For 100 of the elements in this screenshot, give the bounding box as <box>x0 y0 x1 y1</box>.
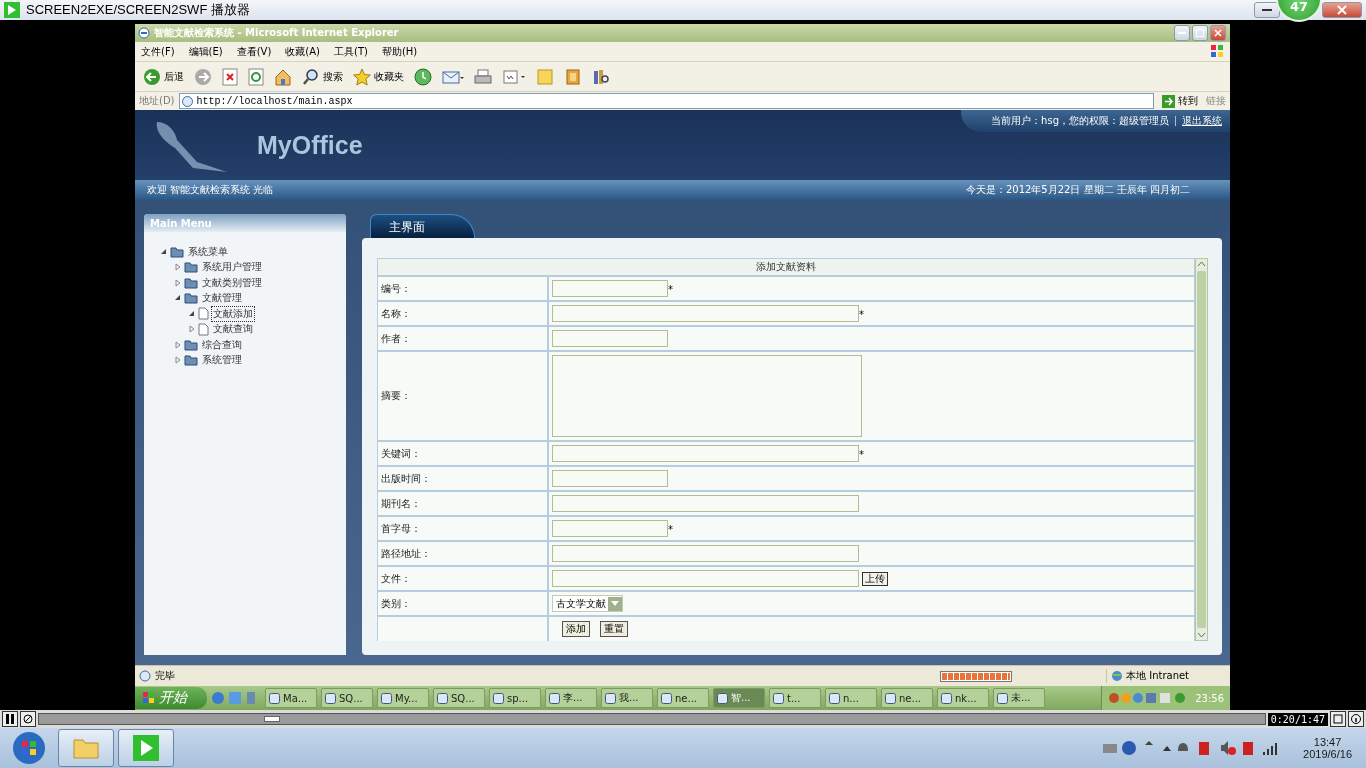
scroll-down-icon <box>1196 630 1207 640</box>
menu-tree-item[interactable]: 文献查询 <box>211 321 255 338</box>
pause-button[interactable] <box>2 711 18 727</box>
dropdown-arrow-icon <box>611 600 619 607</box>
clock-date: 2019/6/16 <box>1303 748 1352 760</box>
expand-arrow-icon[interactable] <box>174 263 182 272</box>
scrollbar[interactable] <box>1195 258 1208 641</box>
fullscreen-button[interactable] <box>1330 711 1346 727</box>
folder-icon <box>72 736 100 760</box>
star-icon[interactable] <box>353 67 371 86</box>
taskbar-button[interactable]: t... <box>769 688 821 708</box>
field-label: 作者： <box>378 327 549 350</box>
maximize-button[interactable] <box>1192 25 1208 41</box>
menu-item[interactable]: 帮助(H) <box>381 44 418 59</box>
favorites-button[interactable]: 收藏夹 <box>351 64 406 89</box>
menu-tree-item[interactable]: 文献管理 <box>200 290 244 307</box>
expand-arrow-icon[interactable] <box>188 325 196 334</box>
app-icon <box>605 692 616 704</box>
taskbar-button[interactable]: n... <box>825 688 877 708</box>
required-mark: * <box>859 449 864 462</box>
menu-item[interactable]: 查看(V) <box>236 44 272 59</box>
app-icon <box>717 692 728 704</box>
category-dropdown[interactable]: 古文学文献 <box>552 595 623 612</box>
text-field[interactable] <box>552 495 859 512</box>
text-field[interactable] <box>552 445 859 462</box>
menu-tree-item[interactable]: 综合查询 <box>200 336 244 353</box>
taskbar-button[interactable]: 我... <box>601 688 653 708</box>
logout-link[interactable]: 退出系统 <box>1182 114 1222 128</box>
text-field[interactable] <box>552 305 859 322</box>
taskbar-button[interactable]: ne... <box>881 688 933 708</box>
search-button[interactable]: 搜索 <box>300 64 345 89</box>
collapse-arrow-icon[interactable] <box>188 309 196 318</box>
address-field[interactable]: http://localhost/main.aspx <box>178 93 1154 109</box>
stop-button[interactable] <box>20 711 36 727</box>
taskbar-button[interactable] <box>58 729 114 767</box>
close-icon <box>1214 29 1222 37</box>
go-button[interactable]: 转到 <box>1158 94 1202 108</box>
seek-thumb[interactable] <box>263 716 280 722</box>
collapse-arrow-icon[interactable] <box>160 247 168 256</box>
text-field[interactable] <box>552 470 668 487</box>
scroll-up-icon <box>1196 259 1207 269</box>
collapse-arrow-icon[interactable] <box>174 294 182 303</box>
windows-logo-icon <box>1210 43 1224 58</box>
menu-tree-item[interactable]: 文献添加 <box>211 305 255 322</box>
taskbar-button[interactable]: sp... <box>489 688 541 708</box>
taskbar-button[interactable]: SQ... <box>321 688 373 708</box>
count-badge: 47 <box>1276 0 1322 22</box>
player-logo-icon <box>4 2 20 18</box>
back-button[interactable]: 后退 <box>141 64 186 89</box>
app-icon <box>773 692 784 704</box>
folder-icon <box>184 338 198 351</box>
menu-tree-item[interactable]: 文献类别管理 <box>200 274 264 291</box>
taskbar-button[interactable]: 李... <box>545 688 597 708</box>
info-button[interactable] <box>1348 711 1364 727</box>
text-field[interactable] <box>552 520 668 537</box>
taskbar-button[interactable]: My... <box>377 688 429 708</box>
taskbar-button[interactable]: SQ... <box>433 688 485 708</box>
sidebar-title: Main Menu <box>144 214 346 232</box>
field-label: 关键词： <box>378 442 549 465</box>
minimize-button[interactable] <box>1254 2 1280 18</box>
form-button[interactable]: 添加 <box>562 621 590 637</box>
taskbar-button[interactable]: 智... <box>713 688 765 708</box>
taskbar-button[interactable]: Ma... <box>265 688 317 708</box>
expand-arrow-icon[interactable] <box>174 356 182 365</box>
taskbar-button[interactable] <box>118 729 174 767</box>
menu-item[interactable]: 收藏(A) <box>285 44 320 59</box>
search-icon[interactable] <box>302 67 320 86</box>
menu-tree-item[interactable]: 系统管理 <box>200 352 244 369</box>
window-title: 智能文献检索系统 - Microsoft Internet Explorer <box>154 26 399 40</box>
field-label: 编号： <box>378 277 549 300</box>
menu-item[interactable]: 编辑(E) <box>188 44 223 59</box>
taskbar-button[interactable]: 未... <box>993 688 1045 708</box>
upload-button[interactable]: 上传 <box>862 571 888 586</box>
expand-arrow-icon[interactable] <box>174 340 182 349</box>
text-field[interactable] <box>552 330 668 347</box>
taskbar-button[interactable]: nk... <box>937 688 989 708</box>
text-field[interactable] <box>552 280 668 297</box>
minimize-icon <box>1262 8 1272 12</box>
taskbar-button[interactable]: ne... <box>657 688 709 708</box>
required-mark: * <box>859 309 864 322</box>
close-button[interactable] <box>1210 25 1226 41</box>
maximize-icon <box>1196 29 1204 37</box>
app-icon <box>437 692 448 704</box>
main-tab[interactable]: 主界面 <box>370 214 475 238</box>
form-button[interactable]: 重置 <box>600 621 628 637</box>
menu-tree-item[interactable]: 系统菜单 <box>186 243 230 260</box>
app-icon <box>269 692 280 704</box>
playback-time: 0:20/1:47 <box>1267 712 1328 726</box>
form-title: 添加文献资料 <box>378 259 1194 277</box>
info-icon <box>1351 714 1361 724</box>
abstract-text-area[interactable] <box>552 355 862 437</box>
folder-icon <box>184 261 198 274</box>
text-field[interactable] <box>552 545 859 562</box>
menu-item[interactable]: 工具(T) <box>334 44 368 59</box>
close-button[interactable] <box>1322 2 1362 18</box>
folder-icon <box>184 354 198 367</box>
expand-arrow-icon[interactable] <box>174 278 182 287</box>
menu-item[interactable]: 文件(F) <box>141 44 175 59</box>
file-path-field[interactable] <box>552 570 859 587</box>
menu-tree-item[interactable]: 系统用户管理 <box>200 259 264 276</box>
